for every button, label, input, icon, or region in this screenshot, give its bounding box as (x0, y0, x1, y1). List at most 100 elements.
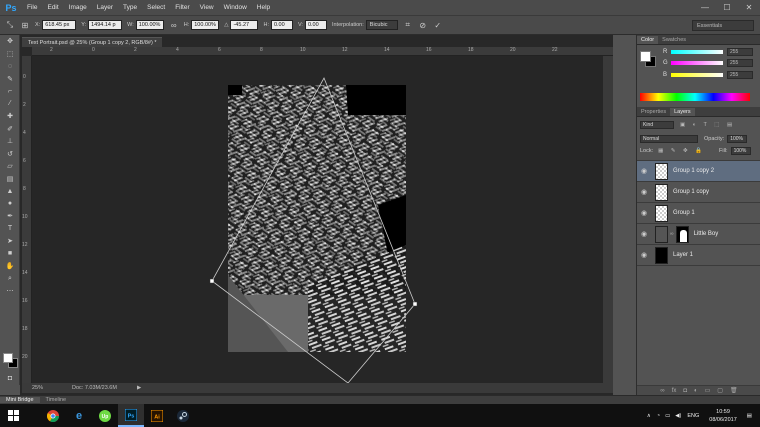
steam-icon[interactable] (170, 404, 196, 427)
tab-color[interactable]: Color (637, 36, 659, 44)
group-icon[interactable]: ▭ (705, 387, 711, 394)
dodge-tool-icon[interactable]: ● (0, 198, 20, 211)
healing-brush-icon[interactable]: ✚ (0, 110, 20, 123)
fill-field[interactable]: 100% (730, 147, 751, 155)
trash-icon[interactable]: 🗑 (730, 387, 738, 394)
move-tool-icon[interactable]: ✥ (0, 35, 20, 48)
g-value[interactable]: 255 (727, 59, 753, 67)
menu-image[interactable]: Image (64, 4, 92, 11)
gradient-tool-icon[interactable]: ▤ (0, 173, 20, 186)
r-value[interactable]: 255 (727, 48, 753, 56)
menu-select[interactable]: Select (142, 4, 170, 11)
reference-point-icon[interactable]: ⊞ (20, 20, 30, 30)
photoshop-icon[interactable]: Ps (118, 404, 144, 427)
lock-icons[interactable]: ▦ ✎ ✥ 🔒 (658, 148, 705, 154)
layer-row[interactable]: ◉ Layer 1 (637, 245, 760, 266)
layer-row[interactable]: ◉ Group 1 (637, 203, 760, 224)
layer-row[interactable]: ◉ ∞ Little Boy (637, 224, 760, 245)
tab-layers[interactable]: Layers (670, 108, 695, 116)
adjustment-icon[interactable]: ◐ (694, 388, 698, 394)
workspace-select[interactable]: Essentials (692, 20, 754, 31)
link-layers-icon[interactable]: ∞ (660, 388, 664, 394)
windows-icon[interactable] (0, 404, 26, 427)
eyedropper-tool-icon[interactable]: ⁄ (0, 98, 20, 111)
shape-tool-icon[interactable]: ■ (0, 248, 20, 261)
network-icon[interactable]: ◔ (657, 413, 660, 419)
color-fg-swatch[interactable] (640, 51, 651, 62)
menu-edit[interactable]: Edit (42, 4, 63, 11)
link-icon[interactable]: ∞ (169, 20, 179, 30)
angle-field[interactable]: -45.27 (230, 20, 259, 30)
document-tab[interactable]: Text Portrait.psd @ 25% (Group 1 copy 2,… (22, 37, 163, 47)
zoom-tool-icon[interactable]: ⌕ (0, 273, 20, 286)
layer-filter-select[interactable]: Kind (640, 121, 674, 129)
lasso-tool-icon[interactable]: ◌ (0, 60, 20, 73)
pen-tool-icon[interactable]: ✒ (0, 210, 20, 223)
v-skew-field[interactable]: 0.00 (304, 20, 327, 30)
upwork-icon[interactable]: Up (92, 404, 118, 427)
minimize-button[interactable]: — (694, 0, 716, 15)
document-canvas[interactable] (228, 85, 406, 352)
crop-tool-icon[interactable]: ⌐ (0, 85, 20, 98)
new-layer-icon[interactable]: ▢ (717, 387, 723, 394)
eraser-tool-icon[interactable]: ▱ (0, 160, 20, 173)
opacity-field[interactable]: 100% (727, 135, 748, 143)
history-brush-icon[interactable]: ↺ (0, 148, 20, 161)
clone-stamp-icon[interactable]: ⊥ (0, 135, 20, 148)
chain-link-icon[interactable]: ∞ (670, 231, 674, 237)
tab-mini-bridge[interactable]: Mini Bridge (0, 397, 40, 403)
illustrator-icon[interactable]: Ai (144, 404, 170, 427)
b-value[interactable]: 255 (727, 71, 753, 79)
volume-icon[interactable]: ◀) (675, 413, 681, 419)
transform-tool-icon[interactable]: ⤡ (5, 20, 15, 30)
menu-window[interactable]: Window (219, 4, 252, 11)
language-indicator[interactable]: ENG (687, 413, 699, 419)
fx-icon[interactable]: fx (672, 388, 677, 394)
edge-icon[interactable]: e (66, 404, 92, 427)
type-tool-icon[interactable]: T (0, 223, 20, 236)
marquee-tool-icon[interactable]: ⬚ (0, 48, 20, 61)
close-button[interactable]: ✕ (738, 0, 760, 15)
battery-icon[interactable]: ▭ (665, 413, 670, 419)
quick-mask-icon[interactable]: ◘ (0, 372, 20, 385)
color-spectrum[interactable] (640, 93, 750, 101)
vertical-scrollbar[interactable] (603, 56, 613, 383)
g-slider[interactable] (671, 61, 723, 65)
status-arrow-icon[interactable]: ▶ (137, 385, 141, 391)
tab-swatches[interactable]: Swatches (658, 36, 690, 44)
menu-filter[interactable]: Filter (170, 4, 194, 11)
h-field[interactable]: 100.00% (191, 20, 220, 30)
blur-tool-icon[interactable]: ▲ (0, 185, 20, 198)
visibility-eye-icon[interactable]: ◉ (637, 230, 651, 238)
clock[interactable]: 10:59 08/06/2017 (709, 408, 737, 424)
zoom-level[interactable]: 25% (32, 385, 52, 391)
hand-tool-icon[interactable]: ✋ (0, 260, 20, 273)
cancel-transform-icon[interactable]: ⊘ (418, 20, 428, 30)
visibility-eye-icon[interactable]: ◉ (637, 188, 651, 196)
b-slider[interactable] (671, 73, 723, 77)
warp-icon[interactable]: ⌗ (403, 20, 413, 30)
layer-row[interactable]: ◉ Group 1 copy (637, 182, 760, 203)
notifications-icon[interactable]: ▤ (747, 413, 752, 419)
chevron-up-icon[interactable]: ∧ (647, 413, 651, 419)
interpolation-select[interactable]: Bicubic (365, 20, 398, 30)
brush-tool-icon[interactable]: ✐ (0, 123, 20, 136)
menu-file[interactable]: File (22, 4, 42, 11)
filter-icons[interactable]: ▣ ◐ T ⬚ ▤ (680, 122, 735, 128)
layer-row[interactable]: ◉ Group 1 copy 2 (637, 161, 760, 182)
layer-mask-thumbnail[interactable] (675, 225, 689, 243)
visibility-eye-icon[interactable]: ◉ (637, 209, 651, 217)
y-field[interactable]: 1494.14 p (88, 20, 123, 30)
menu-help[interactable]: Help (252, 4, 275, 11)
menu-layer[interactable]: Layer (92, 4, 118, 11)
quick-select-tool-icon[interactable]: ✎ (0, 73, 20, 86)
commit-transform-icon[interactable]: ✓ (433, 20, 443, 30)
x-field[interactable]: 618.45 px (42, 20, 77, 30)
visibility-eye-icon[interactable]: ◉ (637, 251, 651, 259)
chrome-icon[interactable] (40, 404, 66, 427)
w-field[interactable]: 100.00% (135, 20, 164, 30)
maximize-button[interactable]: ☐ (716, 0, 738, 15)
mask-icon[interactable]: ◘ (683, 388, 687, 394)
r-slider[interactable] (671, 50, 723, 54)
more-tools-icon[interactable]: ⋯ (0, 285, 20, 298)
